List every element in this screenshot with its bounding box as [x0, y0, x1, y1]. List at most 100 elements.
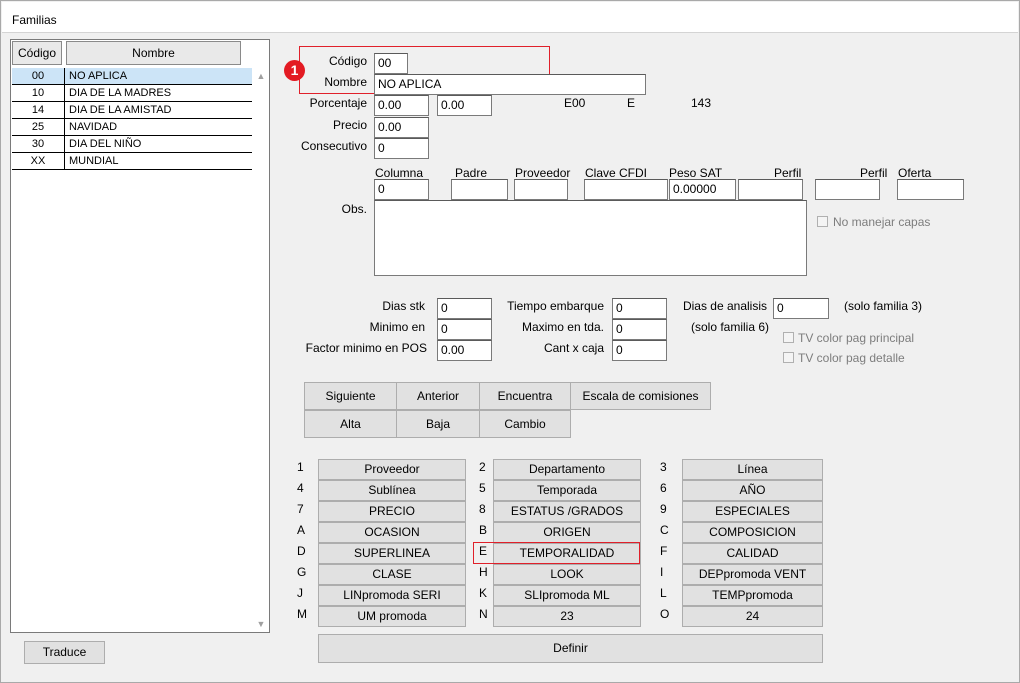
escala-comisiones-button[interactable]: Escala de comisiones: [570, 382, 711, 410]
cambio-button[interactable]: Cambio: [479, 410, 571, 438]
list-item-codigo: 25: [12, 119, 65, 135]
grid-button-l[interactable]: TEMPpromoda: [682, 585, 823, 606]
scroll-down-icon[interactable]: ▼: [255, 618, 267, 630]
grid-button-d[interactable]: SUPERLINEA: [318, 543, 466, 564]
alta-button[interactable]: Alta: [304, 410, 397, 438]
grid-button-i[interactable]: DEPpromoda VENT: [682, 564, 823, 585]
grid-button-m[interactable]: UM promoda: [318, 606, 466, 627]
grid-button-h[interactable]: LOOK: [493, 564, 641, 585]
grid-key-label: 3: [660, 460, 667, 474]
columna-input[interactable]: 0: [374, 179, 429, 200]
grid-button-k[interactable]: SLIpromoda ML: [493, 585, 641, 606]
list-item[interactable]: 14 DIA DE LA AMISTAD: [12, 102, 252, 119]
dias-stk-input[interactable]: 0: [437, 298, 492, 319]
precio-input[interactable]: 0.00: [374, 117, 429, 138]
perfil-input-2[interactable]: [815, 179, 880, 200]
grid-button-n[interactable]: 23: [493, 606, 641, 627]
siguiente-button[interactable]: Siguiente: [304, 382, 397, 410]
consecutivo-label: Consecutivo: [300, 139, 367, 153]
list-item[interactable]: 10 DIA DE LA MADRES: [12, 85, 252, 102]
grid-key-label: B: [479, 523, 488, 537]
grid-button-b[interactable]: ORIGEN: [493, 522, 641, 543]
list-item-nombre: NAVIDAD: [69, 121, 118, 133]
clave-cfdi-input[interactable]: [584, 179, 668, 200]
porcentaje-input-1[interactable]: 0.00: [374, 95, 429, 116]
grid-button-7[interactable]: PRECIO: [318, 501, 466, 522]
oferta-label: Oferta: [898, 166, 932, 180]
anterior-button[interactable]: Anterior: [396, 382, 480, 410]
padre-label: Padre: [455, 166, 488, 180]
grid-button-c[interactable]: COMPOSICION: [682, 522, 823, 543]
tv-detalle-checkbox[interactable]: [783, 352, 794, 363]
column-header-nombre[interactable]: Nombre: [66, 41, 241, 65]
grid-button-a[interactable]: OCASION: [318, 522, 466, 543]
grid-button-f[interactable]: CALIDAD: [682, 543, 823, 564]
column-header-codigo[interactable]: Código: [12, 41, 62, 65]
porcentaje-input-2[interactable]: 0.00: [437, 95, 492, 116]
title-bar: Familias: [2, 2, 1018, 33]
traduce-button[interactable]: Traduce: [24, 641, 105, 664]
list-item-nombre: NO APLICA: [69, 70, 128, 82]
consecutivo-input[interactable]: 0: [374, 138, 429, 159]
grid-button-4[interactable]: Sublínea: [318, 480, 466, 501]
proveedor-input[interactable]: [514, 179, 568, 200]
grid-button-3[interactable]: Línea: [682, 459, 823, 480]
list-item-codigo: 00: [12, 68, 65, 84]
nombre-input[interactable]: NO APLICA: [374, 74, 646, 95]
grid-button-j[interactable]: LINpromoda SERI: [318, 585, 466, 606]
list-item-nombre: DIA DEL NIÑO: [69, 138, 142, 150]
grid-button-6[interactable]: AÑO: [682, 480, 823, 501]
no-manejar-capas-checkbox[interactable]: [817, 216, 828, 227]
factor-minimo-label: Factor minimo en POS: [305, 341, 427, 355]
factor-minimo-input[interactable]: 0.00: [437, 340, 492, 361]
grid-key-label: 9: [660, 502, 667, 516]
minimo-en-input[interactable]: 0: [437, 319, 492, 340]
codigo-input[interactable]: 00: [374, 53, 408, 74]
obs-label: Obs.: [341, 202, 367, 216]
padre-input[interactable]: [451, 179, 508, 200]
oferta-input[interactable]: [897, 179, 964, 200]
grid-key-label: 7: [297, 502, 304, 516]
familias-list[interactable]: Código Nombre 00 NO APLICA 10 DIA DE LA MAD…: [10, 39, 270, 633]
grid-key-label: D: [297, 544, 306, 558]
list-item[interactable]: 00 NO APLICA: [12, 68, 252, 85]
tiempo-embarque-input[interactable]: 0: [612, 298, 667, 319]
grid-key-label: N: [479, 607, 488, 621]
grid-button-1[interactable]: Proveedor: [318, 459, 466, 480]
grid-key-label: 5: [479, 481, 486, 495]
maximo-tda-input[interactable]: 0: [612, 319, 667, 340]
grid-button-9[interactable]: ESPECIALES: [682, 501, 823, 522]
solo-familia6-text: (solo familia 6): [691, 320, 770, 334]
list-item-codigo: XX: [12, 153, 65, 169]
grid-button-o[interactable]: 24: [682, 606, 823, 627]
grid-button-g[interactable]: CLASE: [318, 564, 466, 585]
grid-key-label: O: [660, 607, 670, 621]
dias-analisis-input[interactable]: 0: [773, 298, 829, 319]
grid-key-label: 6: [660, 481, 667, 495]
list-item-nombre: DIA DE LA MADRES: [69, 87, 172, 99]
baja-button[interactable]: Baja: [396, 410, 480, 438]
list-item[interactable]: XX MUNDIAL: [12, 153, 252, 170]
definir-button[interactable]: Definir: [318, 634, 823, 663]
tv-principal-checkbox[interactable]: [783, 332, 794, 343]
peso-sat-input[interactable]: 0.00000: [669, 179, 736, 200]
grid-button-8[interactable]: ESTATUS /GRADOS: [493, 501, 641, 522]
list-scrollbar[interactable]: ▲ ▼: [253, 68, 269, 632]
scroll-up-icon[interactable]: ▲: [255, 70, 267, 82]
clave-cfdi-label: Clave CFDI: [585, 166, 648, 180]
grid-key-label: L: [660, 586, 667, 600]
obs-textarea[interactable]: [374, 200, 807, 276]
minimo-en-label: Minimo en: [369, 320, 425, 334]
list-item[interactable]: 30 DIA DEL NIÑO: [12, 136, 252, 153]
grid-button-5[interactable]: Temporada: [493, 480, 641, 501]
list-item[interactable]: 25 NAVIDAD: [12, 119, 252, 136]
e00-text: E00: [564, 96, 586, 110]
cant-caja-input[interactable]: 0: [612, 340, 667, 361]
perfil-label-1: Perfil: [774, 166, 802, 180]
list-item-codigo: 10: [12, 85, 65, 101]
grid-button-2[interactable]: Departamento: [493, 459, 641, 480]
dias-analisis-label: Dias de analisis: [682, 299, 767, 313]
no-manejar-capas-label: No manejar capas: [833, 215, 931, 229]
encuentra-button[interactable]: Encuentra: [479, 382, 571, 410]
perfil-input-1[interactable]: [738, 179, 803, 200]
